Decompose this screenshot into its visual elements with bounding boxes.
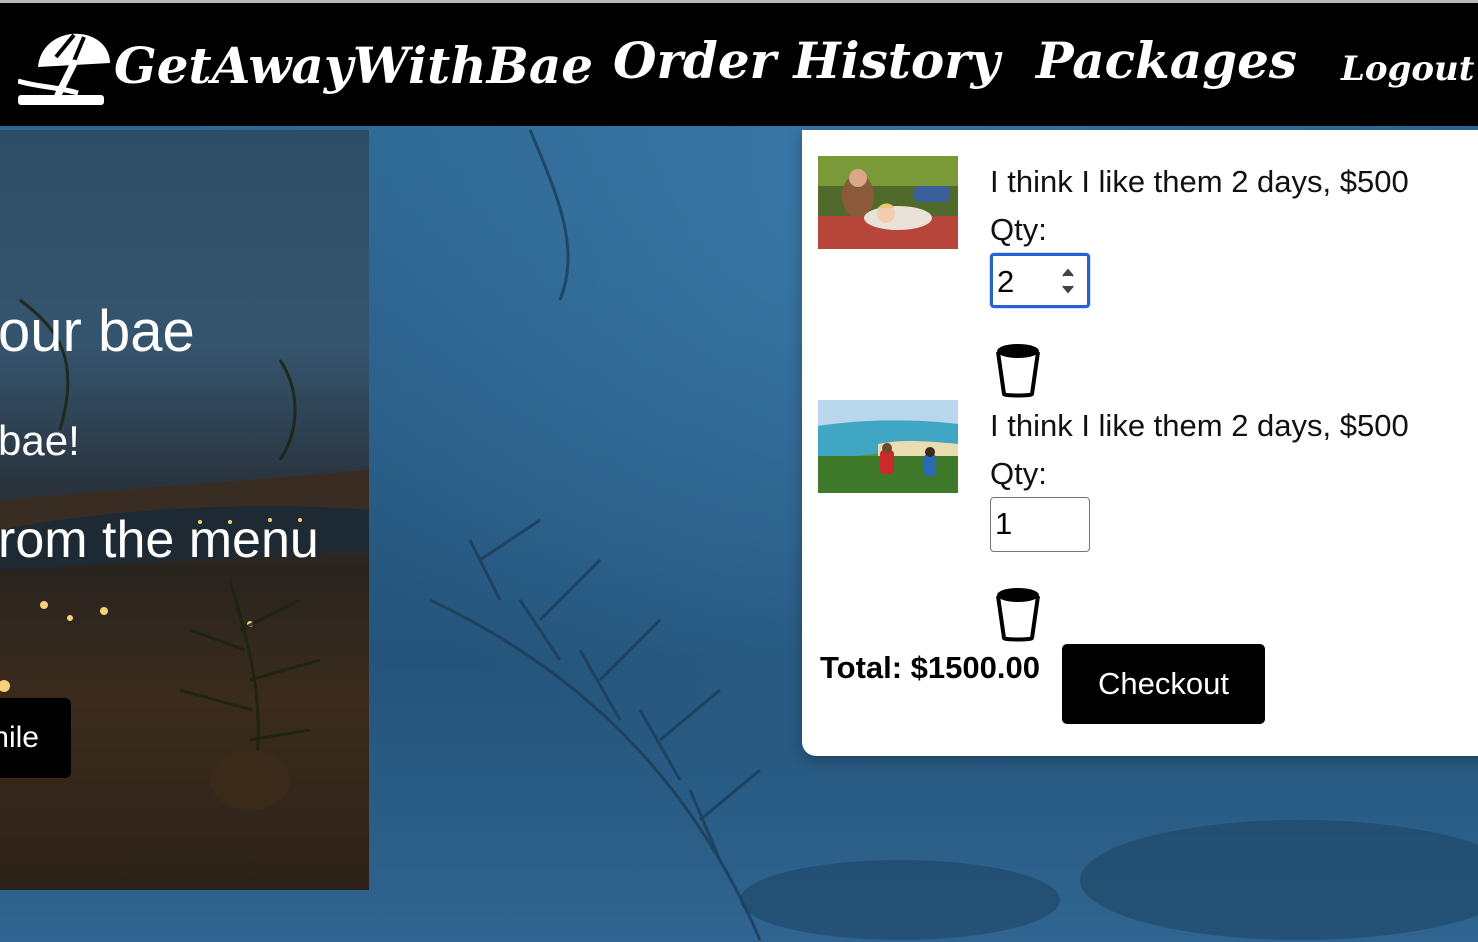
cart-item-image: [818, 400, 958, 493]
cart-total: Total: $1500.00: [820, 650, 1040, 685]
checkout-button[interactable]: Checkout: [1062, 644, 1265, 724]
delete-item-button[interactable]: [994, 342, 1042, 398]
cart-item-name: I think I like them 2 days, $500: [990, 164, 1409, 199]
nav-logout[interactable]: Logout: [1341, 49, 1474, 89]
hero-title: our bae: [0, 299, 195, 364]
qty-label: Qty:: [990, 212, 1047, 247]
hero-subtitle: bae!: [0, 417, 80, 464]
trash-icon: [996, 588, 1040, 642]
navbar: GetAwayWithBae Order History Packages Lo…: [0, 3, 1478, 126]
quantity-value: 2: [997, 264, 1015, 299]
qty-label: Qty:: [990, 456, 1047, 491]
cart-item-image: [818, 156, 958, 249]
beach-umbrella-icon: [18, 33, 110, 105]
hero-action-button[interactable]: hile: [0, 698, 71, 778]
couple-picnic-photo: [818, 156, 958, 249]
quantity-input[interactable]: 2: [990, 253, 1090, 308]
hero-instruction: rom the menu: [0, 511, 319, 569]
nav-order-history[interactable]: Order History: [613, 31, 1000, 90]
trash-icon: [996, 344, 1040, 398]
brand-home-link[interactable]: GetAwayWithBae: [18, 23, 593, 107]
quantity-stepper[interactable]: [1061, 264, 1075, 298]
nav-packages[interactable]: Packages: [1036, 31, 1297, 90]
brand-name: GetAwayWithBae: [114, 35, 594, 95]
quantity-input[interactable]: 1: [990, 497, 1090, 552]
quantity-value: 1: [995, 506, 1013, 541]
delete-item-button[interactable]: [994, 586, 1042, 642]
cart-item-name: I think I like them 2 days, $500: [990, 408, 1409, 443]
cart-dropdown: I think I like them 2 days, $500 Qty: 2 …: [802, 130, 1478, 756]
hikers-coast-photo: [818, 400, 958, 493]
